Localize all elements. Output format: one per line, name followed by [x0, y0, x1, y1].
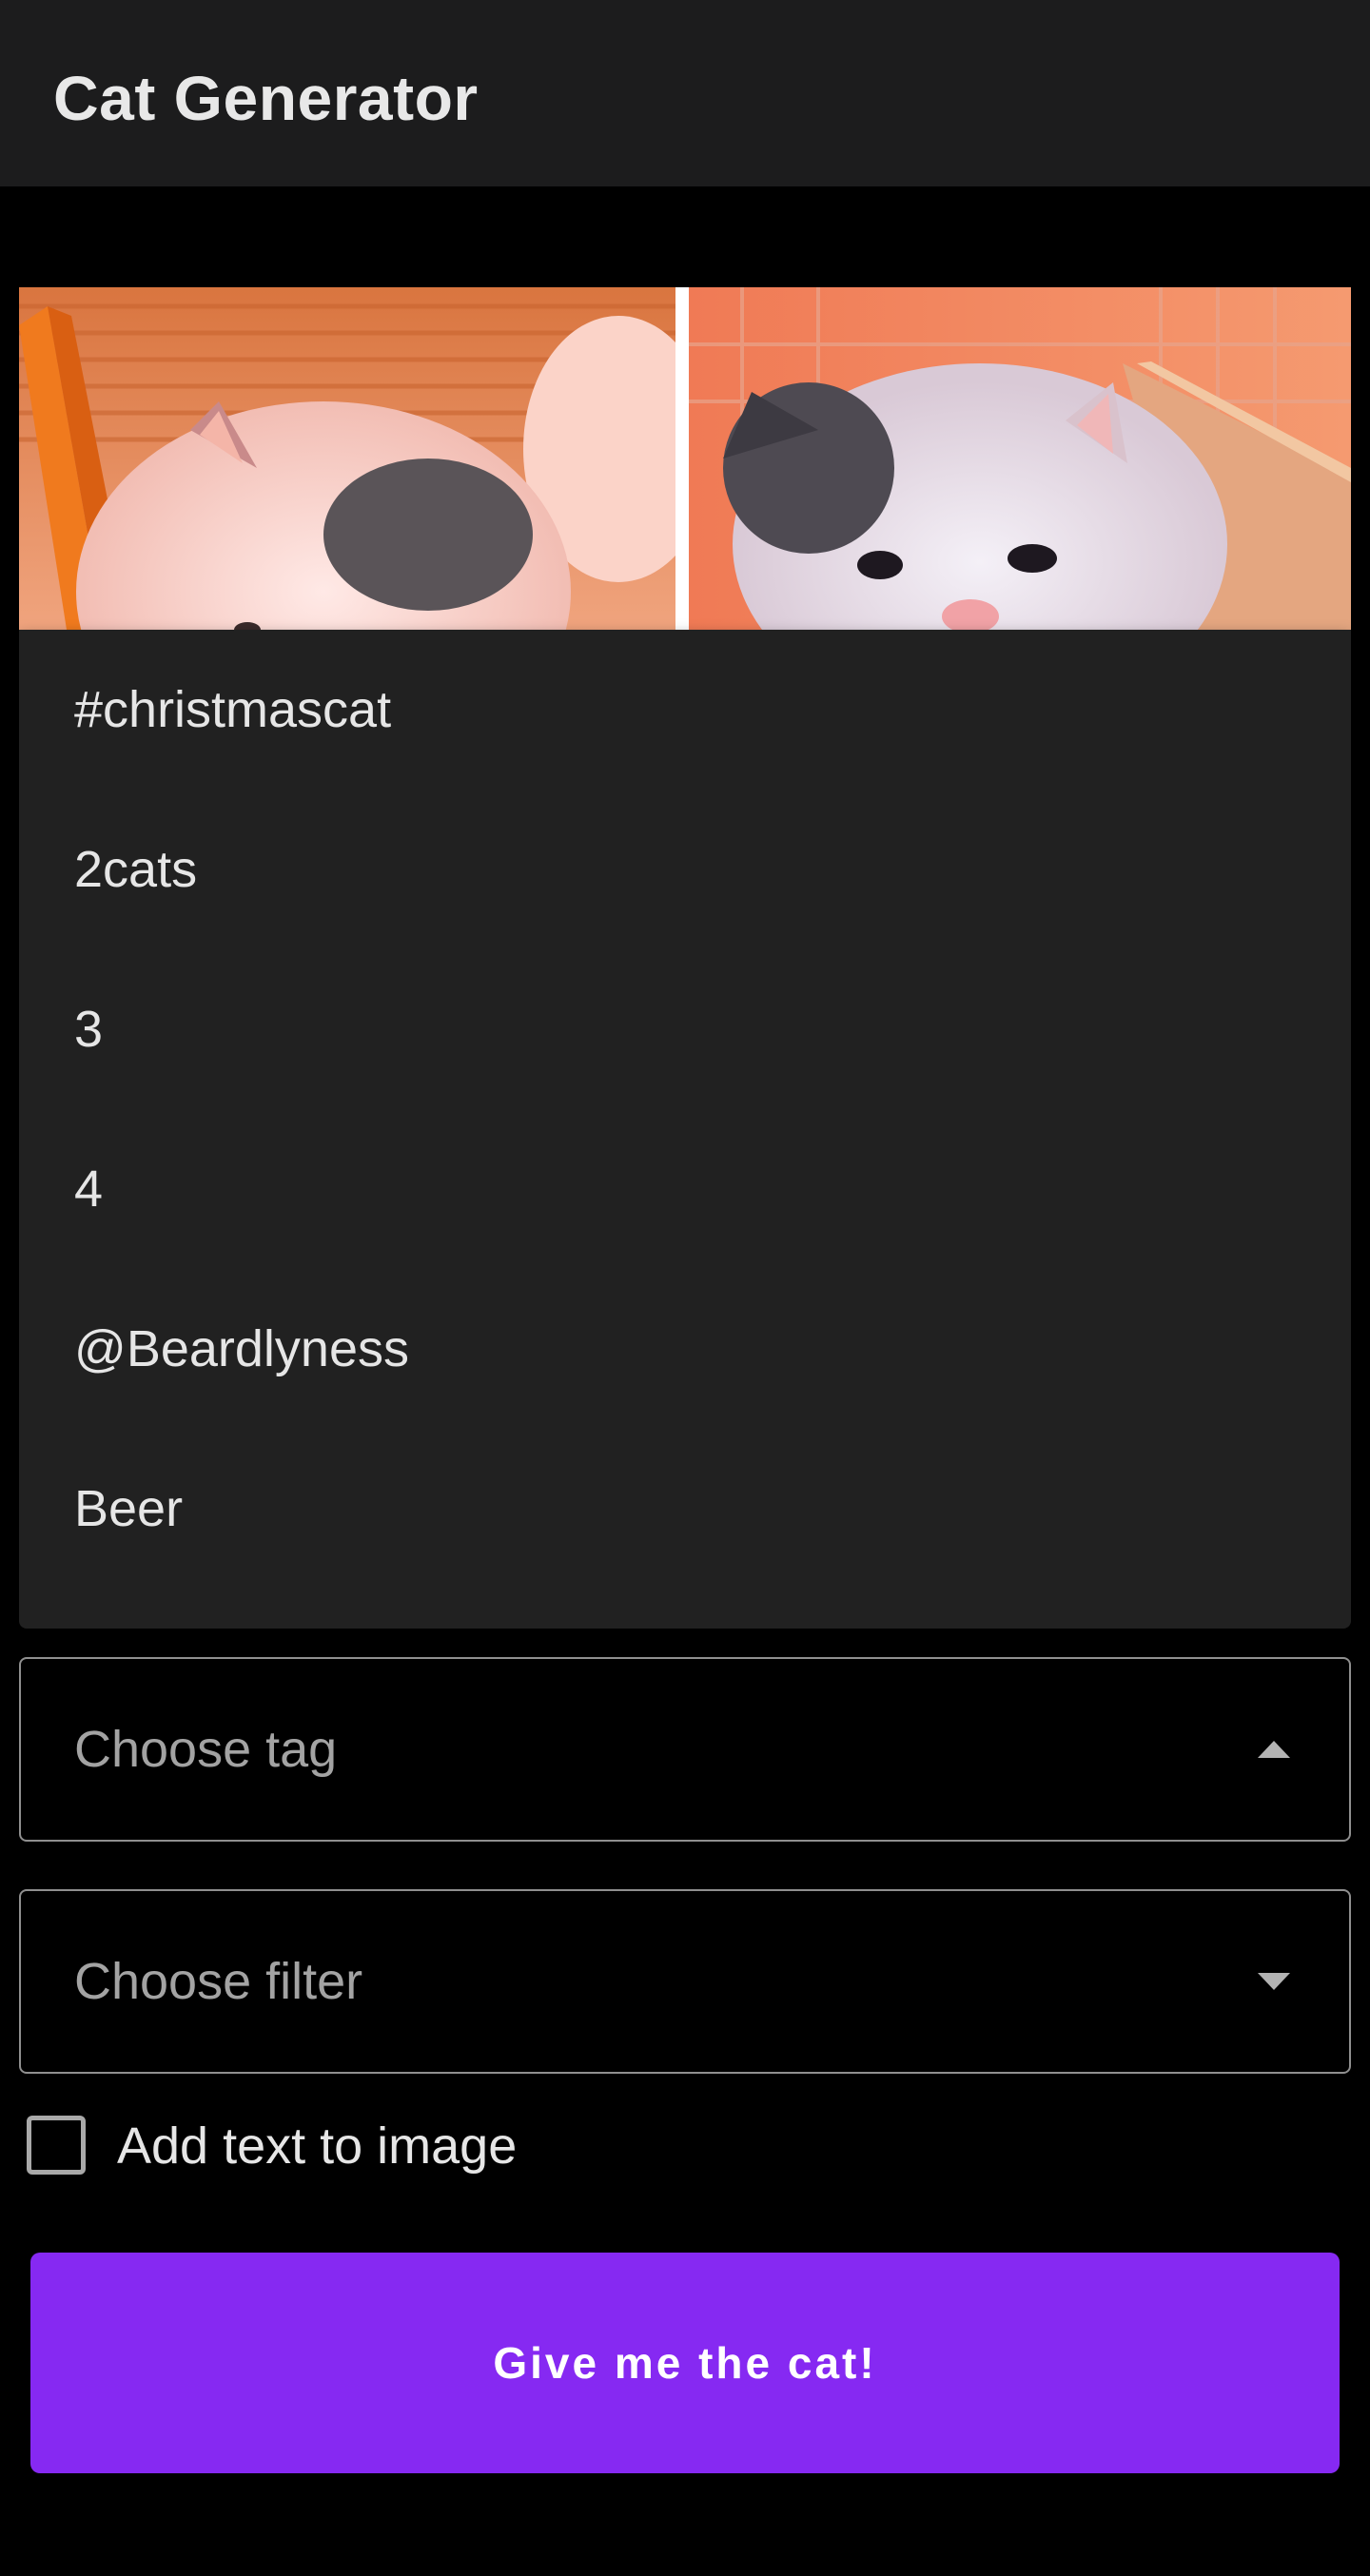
- tag-option-label: 4: [74, 1161, 104, 1218]
- filter-select[interactable]: Choose filter: [19, 1889, 1351, 2074]
- filter-select-placeholder: Choose filter: [74, 1953, 363, 2010]
- app-bar: Cat Generator: [0, 0, 1370, 186]
- app-title: Cat Generator: [53, 63, 479, 133]
- tag-option[interactable]: 2cats: [19, 790, 1351, 949]
- tag-option[interactable]: Beer: [19, 1429, 1351, 1589]
- cat-image: [19, 287, 1351, 630]
- tag-option-label: 3: [74, 1001, 104, 1058]
- tag-option-label: 2cats: [74, 841, 198, 898]
- cat-photo-collage: [19, 287, 1351, 630]
- arrow-up-icon: [1258, 1741, 1290, 1758]
- arrow-down-icon: [1258, 1973, 1290, 1990]
- tag-option[interactable]: 3: [19, 949, 1351, 1109]
- give-me-the-cat-button[interactable]: Give me the cat!: [30, 2253, 1340, 2473]
- tag-option[interactable]: 4: [19, 1109, 1351, 1269]
- tag-select[interactable]: Choose tag: [19, 1657, 1351, 1842]
- tag-select-placeholder: Choose tag: [74, 1721, 338, 1778]
- add-text-option: Add text to image: [25, 2112, 691, 2188]
- tag-option-label: @Beardlyness: [74, 1320, 409, 1377]
- tag-option-label: Beer: [74, 1480, 184, 1537]
- tag-option[interactable]: #christmascat: [19, 630, 1351, 790]
- add-text-checkbox[interactable]: [27, 2116, 86, 2175]
- tag-option[interactable]: @Beardlyness: [19, 1269, 1351, 1429]
- tag-dropdown-menu: #christmascat 2cats 3 4 @Beardlyness Bee…: [19, 630, 1351, 1629]
- add-text-label[interactable]: Add text to image: [117, 2116, 517, 2176]
- tag-option-label: #christmascat: [74, 681, 392, 738]
